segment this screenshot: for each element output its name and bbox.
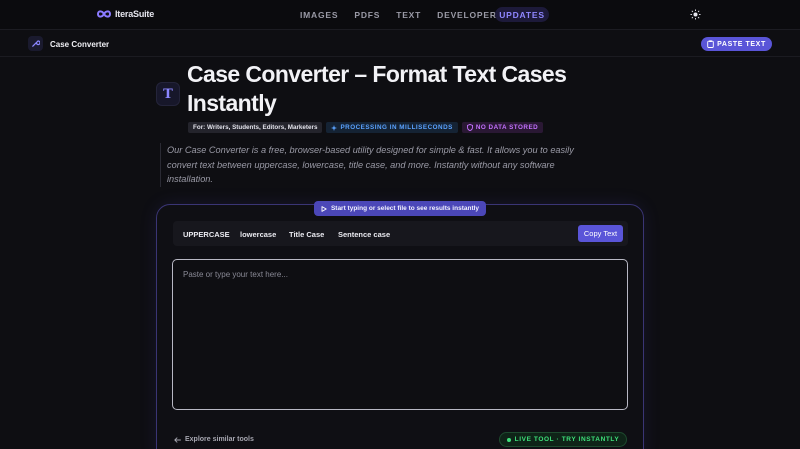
text-tool-icon: T (156, 82, 180, 106)
speed-tag-label: PROCESSING IN MILLISECONDS (340, 124, 453, 131)
audience-tag-label: For: Writers, Students, Editors, Markete… (193, 124, 318, 131)
play-icon (321, 205, 327, 212)
explore-similar-link[interactable]: Explore similar tools (174, 436, 254, 443)
nav-link-images[interactable]: IMAGES (300, 10, 338, 20)
live-tool-label: LIVE TOOL · TRY INSTANTLY (514, 436, 620, 443)
lowercase-button[interactable]: lowercase (240, 230, 276, 239)
shield-icon (466, 124, 473, 131)
brand-name: IteraSuite (115, 9, 155, 19)
paste-text-button[interactable]: PASTE TEXT (701, 37, 772, 51)
sun-icon[interactable] (690, 9, 701, 20)
hint-banner: Start typing or select file to see resul… (314, 201, 486, 216)
brand-logo[interactable]: IteraSuite (96, 8, 154, 20)
privacy-tag: NO DATA STORED (461, 122, 544, 133)
uppercase-button[interactable]: UPPERCASE (183, 230, 230, 239)
nav-link-developers[interactable]: DEVELOPERS (437, 10, 503, 20)
tool-tags: For: Writers, Students, Editors, Markete… (188, 122, 544, 133)
sentence-case-button[interactable]: Sentence case (338, 230, 390, 239)
speed-tag: PROCESSING IN MILLISECONDS (326, 122, 458, 133)
subbar-tool-name: Case Converter (50, 40, 110, 49)
title-case-button[interactable]: Title Case (289, 230, 324, 239)
hint-text: Start typing or select file to see resul… (330, 205, 480, 212)
sparkle-icon (331, 124, 338, 131)
audience-tag: For: Writers, Students, Editors, Markete… (188, 122, 323, 133)
page-title: Case Converter – Format Text Cases Insta… (187, 61, 567, 116)
tool-subbar (0, 30, 800, 57)
copy-text-button[interactable]: Copy Text (578, 225, 623, 242)
wrench-icon (28, 36, 43, 51)
clipboard-icon (707, 40, 714, 48)
privacy-tag-label: NO DATA STORED (475, 124, 539, 131)
nav-link-text[interactable]: TEXT (396, 10, 421, 20)
nav-link-updates[interactable]: UPDATES (495, 7, 549, 22)
text-input[interactable] (172, 259, 628, 410)
top-navbar: IteraSuite IMAGES PDFS TEXT DEVELOPERS U… (0, 0, 800, 30)
tool-description: Our Case Converter is a free, browser-ba… (160, 143, 598, 187)
arrow-left-icon (174, 436, 181, 443)
infinity-logo-icon (96, 10, 112, 18)
nav-link-pdfs[interactable]: PDFS (354, 10, 380, 20)
live-tool-badge: LIVE TOOL · TRY INSTANTLY (499, 432, 627, 447)
live-dot-icon (506, 437, 511, 442)
explore-similar-label: Explore similar tools (185, 436, 254, 443)
paste-text-label: PASTE TEXT (717, 40, 766, 48)
